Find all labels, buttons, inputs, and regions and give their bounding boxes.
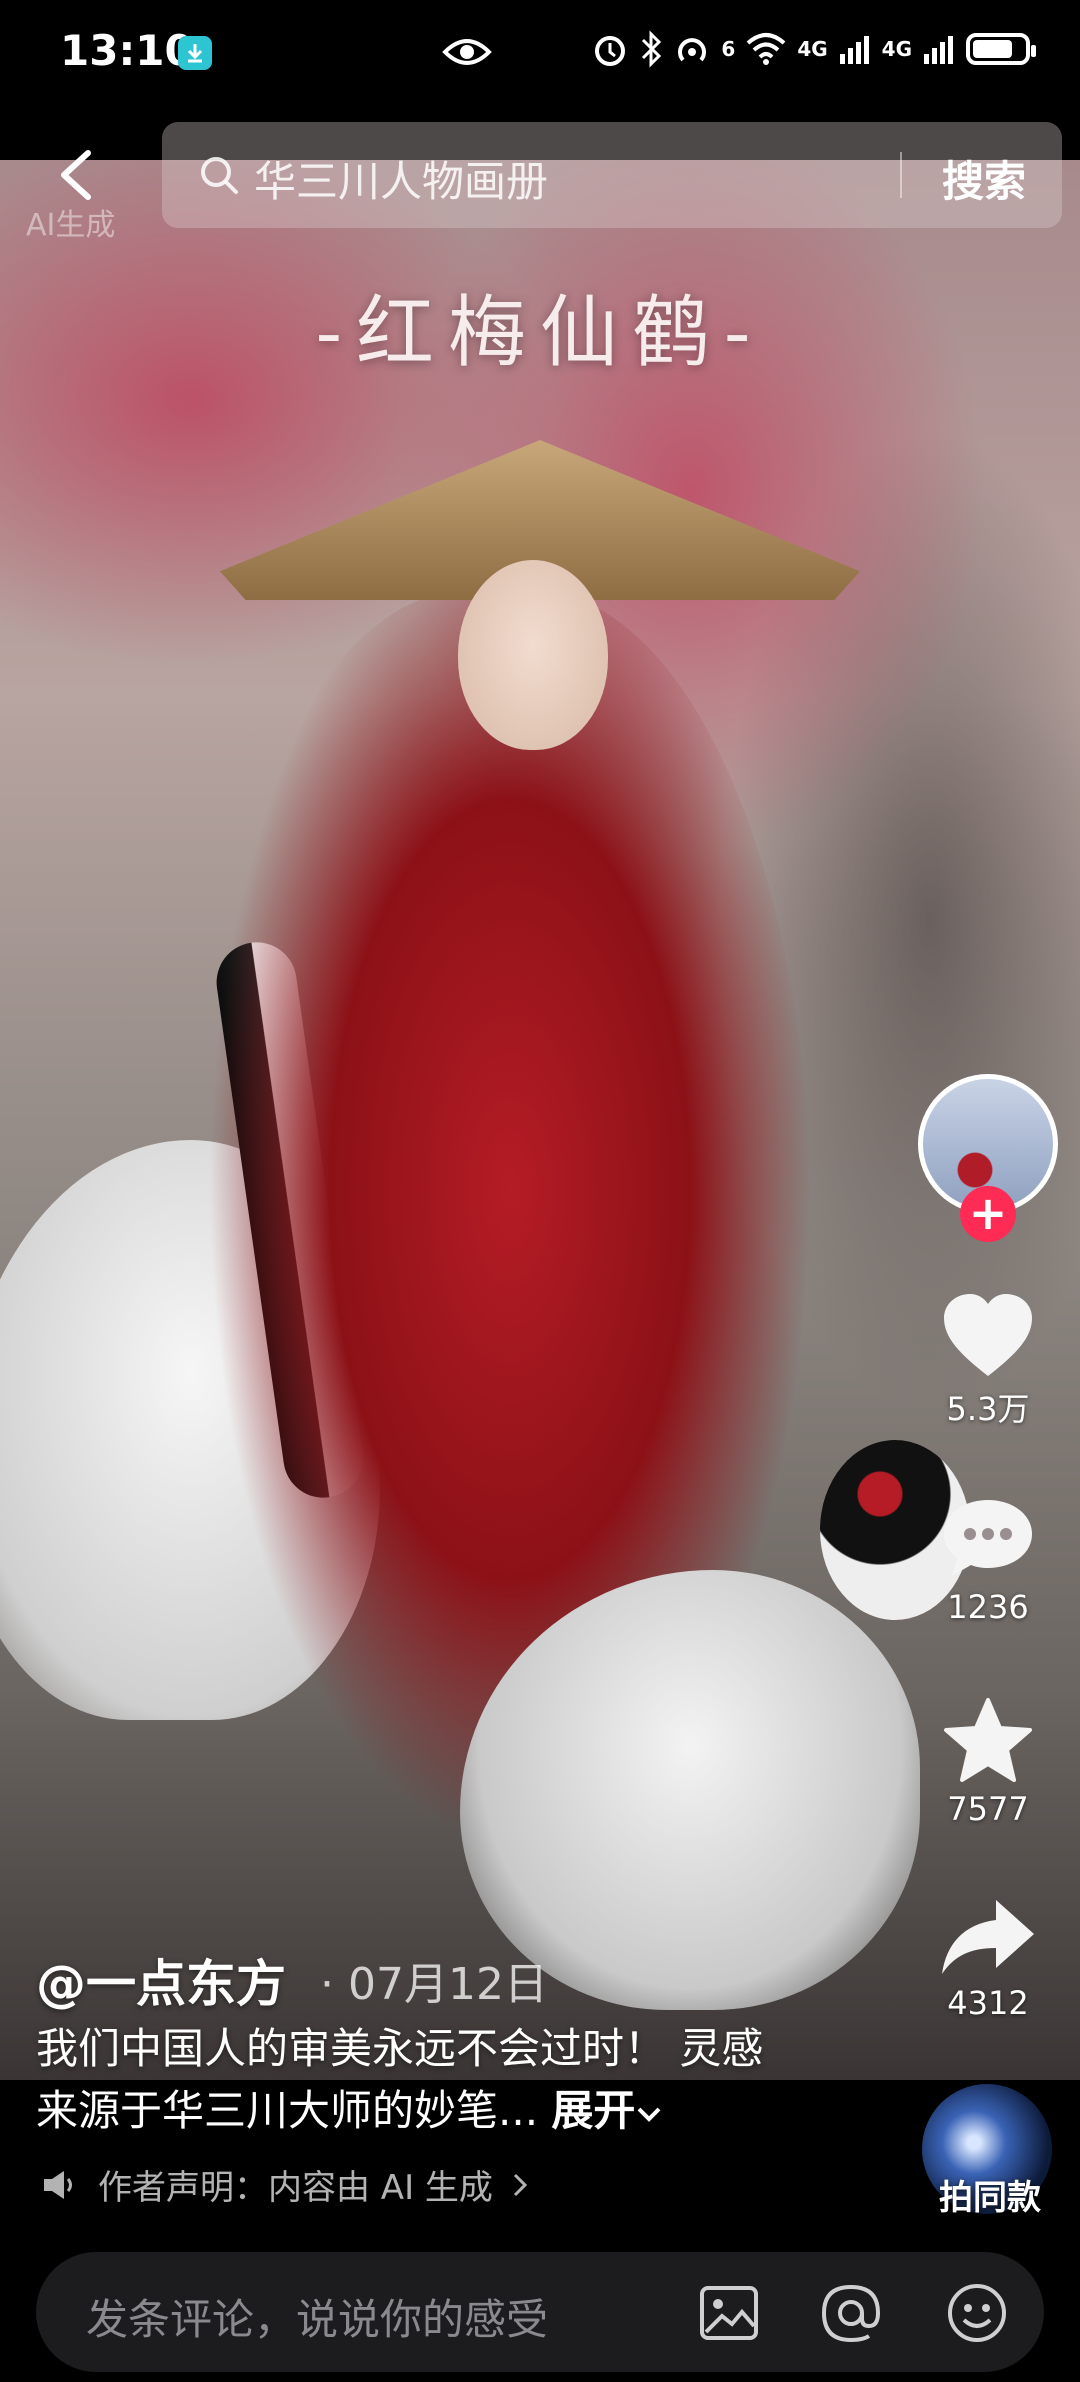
battery-icon	[966, 33, 1036, 65]
ai-disclaimer[interactable]: 作者声明：内容由 AI 生成	[40, 2160, 529, 2209]
signal-icon	[839, 36, 869, 64]
at-mention-icon[interactable]	[820, 2282, 882, 2344]
post-date: · 07月12日	[320, 1959, 548, 2010]
share-arrow-icon	[942, 1900, 1034, 1974]
share-count: 4312	[947, 1984, 1029, 2022]
chevron-right-icon	[513, 2173, 528, 2196]
expand-label: 展开	[551, 2086, 636, 2135]
eye-icon	[442, 39, 492, 65]
like-action[interactable]: 5.3万	[918, 1292, 1058, 1430]
signal-label-2: 4G	[881, 37, 912, 61]
speaker-icon	[44, 2170, 72, 2199]
comment-bubble-icon	[944, 1500, 1032, 1576]
favorite-action[interactable]: 7577	[918, 1696, 1058, 1828]
disclaimer-text: 作者声明：内容由 AI 生成	[98, 2168, 493, 2208]
status-time: 13:10	[60, 26, 194, 75]
status-bar: 13:10 6 4G 4G	[0, 0, 1080, 110]
bluetooth-icon	[642, 30, 662, 68]
comment-action[interactable]: 1236	[918, 1496, 1058, 1626]
hotspot-icon	[678, 38, 707, 62]
chevron-down-icon	[638, 2107, 661, 2122]
ai-watermark: AI生成	[26, 208, 116, 243]
star-icon	[944, 1698, 1032, 1782]
comment-count: 1236	[947, 1588, 1029, 1626]
same-style-label[interactable]: 拍同款	[900, 2170, 1080, 2219]
back-arrow-icon[interactable]	[50, 145, 110, 205]
figure-face	[458, 560, 608, 750]
search-bar[interactable]: 华三川人物画册 搜索	[162, 122, 1062, 228]
heart-icon	[944, 1294, 1032, 1376]
download-app-icon	[178, 36, 212, 70]
signal-icon-2	[924, 36, 953, 64]
emoji-icon[interactable]	[946, 2282, 1008, 2344]
comment-bar[interactable]: 发条评论，说说你的感受	[36, 2252, 1044, 2372]
comment-input[interactable]: 发条评论，说说你的感受	[86, 2286, 548, 2347]
author-name[interactable]: @一点东方	[36, 1944, 286, 2016]
follow-plus-button[interactable]: +	[960, 1186, 1016, 1242]
expand-link[interactable]: 展开	[551, 2086, 663, 2135]
search-input[interactable]: 华三川人物画册	[254, 148, 548, 209]
wifi-badge: 6	[721, 37, 736, 61]
search-divider	[900, 152, 902, 198]
post-caption[interactable]: 我们中国人的审美永远不会过时！ 灵感来源于华三川大师的妙笔... 展开	[36, 2018, 796, 2142]
alarm-icon	[595, 36, 626, 66]
image-icon[interactable]	[698, 2282, 760, 2344]
favorite-count: 7577	[947, 1790, 1029, 1828]
post-date-text: 07月12日	[347, 1959, 548, 2010]
share-action[interactable]: 4312	[918, 1894, 1058, 2022]
search-button[interactable]: 搜索	[942, 148, 1026, 209]
video-overlay-title: -红梅仙鹤-	[315, 288, 765, 378]
wifi-icon	[746, 33, 786, 65]
battery-fill	[973, 40, 1013, 58]
search-icon	[201, 157, 238, 194]
like-count: 5.3万	[946, 1390, 1030, 1428]
status-icons: 6 4G 4G	[591, 30, 1036, 68]
signal-label-1: 4G	[797, 37, 828, 61]
